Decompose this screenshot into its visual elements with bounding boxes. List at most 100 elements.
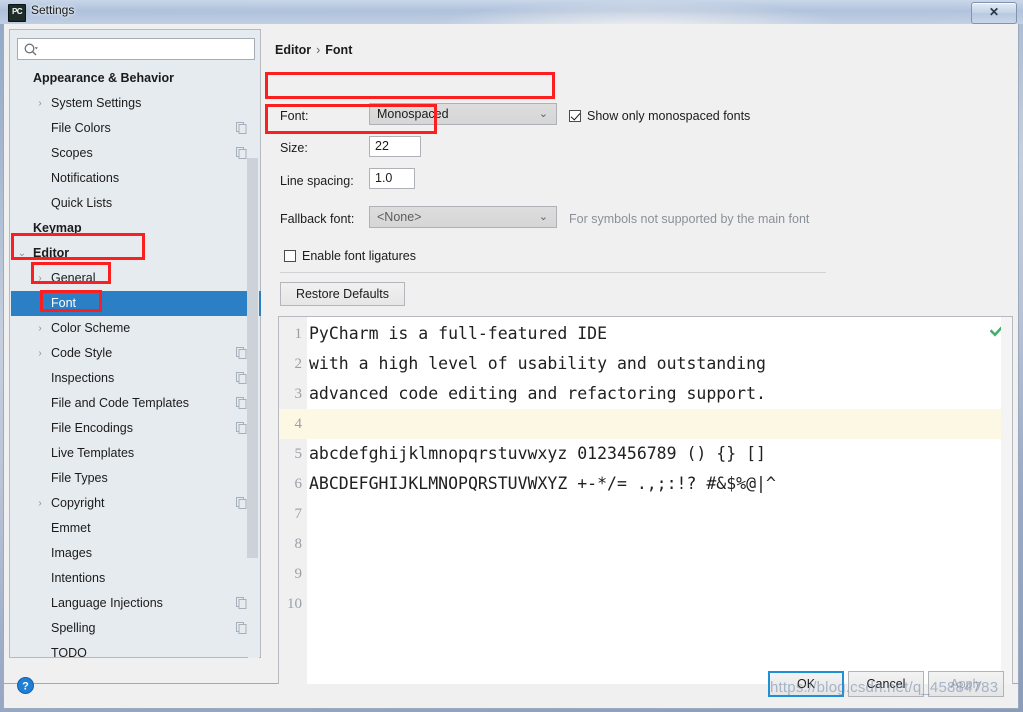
font-size-input[interactable]: 22 <box>369 136 421 157</box>
line-number: 10 <box>287 596 302 612</box>
copy-icon[interactable] <box>236 622 247 634</box>
copy-icon[interactable] <box>236 147 247 159</box>
sidebar-item-label: Emmet <box>51 521 91 535</box>
chevron-down-icon[interactable]: ⌄ <box>11 241 33 266</box>
copy-icon[interactable] <box>236 422 247 434</box>
sidebar-item-inspections[interactable]: Inspections <box>11 366 261 391</box>
sidebar-item-label: TODO <box>51 646 87 658</box>
window-title: Settings <box>31 3 75 17</box>
sidebar-item-images[interactable]: Images <box>11 541 261 566</box>
editor-line: 8 <box>279 529 1012 559</box>
preview-scrollbar[interactable] <box>1001 317 1012 685</box>
apply-button[interactable]: Apply <box>928 671 1004 697</box>
sidebar-item-file-types[interactable]: File Types <box>11 466 261 491</box>
sidebar-item-code-style[interactable]: › Code Style <box>11 341 261 366</box>
sidebar-item-intentions[interactable]: Intentions <box>11 566 261 591</box>
chevron-right-icon[interactable]: › <box>29 491 51 516</box>
copy-icon[interactable] <box>236 397 247 409</box>
sidebar-item-label: Font <box>51 296 77 310</box>
sidebar-item-language-injections[interactable]: Language Injections <box>11 591 261 616</box>
copy-icon[interactable] <box>236 497 247 509</box>
sidebar-item-label: File Types <box>51 471 108 485</box>
sidebar-item-label: Appearance & Behavior <box>33 71 175 85</box>
chevron-right-icon[interactable]: › <box>29 91 51 116</box>
sidebar-item-label: Scopes <box>51 146 93 160</box>
chevron-right-icon[interactable]: › <box>29 341 51 366</box>
chevron-right-icon[interactable]: › <box>29 266 51 291</box>
chevron-down-icon: ⌄ <box>538 108 548 120</box>
help-icon[interactable]: ? <box>17 677 34 694</box>
sidebar-item-keymap[interactable]: Keymap <box>11 216 261 241</box>
sidebar-item-system-settings[interactable]: › System Settings <box>11 91 261 116</box>
sidebar-item-quick-lists[interactable]: Quick Lists <box>11 191 261 216</box>
font-family-select[interactable]: Monospaced ⌄ <box>369 103 557 125</box>
line-number: 5 <box>294 446 303 462</box>
copy-icon[interactable] <box>236 597 247 609</box>
cancel-button[interactable]: Cancel <box>848 671 924 697</box>
ok-button[interactable]: OK <box>768 671 844 697</box>
breadcrumb-separator: › <box>316 43 321 57</box>
sidebar-item-label: Images <box>51 546 92 560</box>
sidebar-item-color-scheme[interactable]: › Color Scheme <box>11 316 261 341</box>
copy-icon[interactable] <box>236 122 247 134</box>
size-label: Size: <box>280 141 308 155</box>
checkbox-box <box>284 250 296 262</box>
restore-defaults-button[interactable]: Restore Defaults <box>280 282 405 306</box>
sidebar-item-notifications[interactable]: Notifications <box>11 166 261 191</box>
line-spacing-label: Line spacing: <box>280 174 354 188</box>
line-number: 7 <box>294 506 303 522</box>
line-number: 9 <box>294 566 303 582</box>
breadcrumb-root[interactable]: Editor <box>275 43 311 57</box>
sidebar-item-scopes[interactable]: Scopes <box>11 141 261 166</box>
sidebar-item-todo[interactable]: TODO <box>11 641 261 658</box>
copy-icon[interactable] <box>236 347 247 359</box>
show-monospaced-checkbox[interactable]: Show only monospaced fonts <box>569 109 750 123</box>
search-input[interactable] <box>44 41 254 60</box>
sidebar-item-label: System Settings <box>51 96 142 110</box>
font-preview-editor[interactable]: 1 PyCharm is a full-featured IDE 2 with a h… <box>278 316 1013 686</box>
sidebar-item-label: File and Code Templates <box>51 396 190 410</box>
sidebar-item-appearance-behavior[interactable]: Appearance & Behavior <box>11 66 261 91</box>
editor-line: 1 PyCharm is a full-featured IDE <box>279 319 1012 349</box>
sidebar-scrollbar-track[interactable] <box>247 66 259 658</box>
search-box[interactable] <box>17 38 255 60</box>
editor-line: 7 <box>279 499 1012 529</box>
svg-text:?: ? <box>22 680 29 692</box>
search-icon <box>24 43 38 56</box>
sidebar-item-file-colors[interactable]: File Colors <box>11 116 261 141</box>
chevron-right-icon[interactable]: › <box>29 316 51 341</box>
sidebar-item-label: Live Templates <box>51 446 135 460</box>
sidebar-item-label: Code Style <box>51 346 113 360</box>
sidebar-item-general[interactable]: › General <box>11 266 261 291</box>
line-text: with a high level of usability and outst… <box>309 354 766 373</box>
sidebar-item-label: File Encodings <box>51 421 133 435</box>
line-number: 8 <box>294 536 303 552</box>
sidebar-item-label: Language Injections <box>51 596 163 610</box>
sidebar-item-label: Copyright <box>51 496 105 510</box>
pycharm-icon: PC <box>8 4 26 22</box>
sidebar-item-label: Color Scheme <box>51 321 131 335</box>
line-spacing-input[interactable]: 1.0 <box>369 168 415 189</box>
line-text: ABCDEFGHIJKLMNOPQRSTUVWXYZ +-*/= .,;:!? … <box>309 474 776 493</box>
line-text: abcdefghijklmnopqrstuvwxyz 0123456789 ()… <box>309 444 766 463</box>
sidebar-item-emmet[interactable]: Emmet <box>11 516 261 541</box>
sidebar-item-editor[interactable]: ⌄ Editor <box>11 241 261 266</box>
sidebar-item-live-templates[interactable]: Live Templates <box>11 441 261 466</box>
screenshot-root: PC Settings ✕ Appearance & Behavior › Syst… <box>0 0 1023 712</box>
editor-line: 3 advanced code editing and refactoring s… <box>279 379 1012 409</box>
close-icon[interactable]: ✕ <box>971 2 1017 24</box>
sidebar-item-file-encodings[interactable]: File Encodings <box>11 416 261 441</box>
enable-ligatures-checkbox[interactable]: Enable font ligatures <box>284 249 416 263</box>
sidebar-item-copyright[interactable]: › Copyright <box>11 491 261 516</box>
sidebar-item-file-and-code-templates[interactable]: File and Code Templates <box>11 391 261 416</box>
fallback-font-select[interactable]: <None> ⌄ <box>369 206 557 228</box>
editor-line: 5 abcdefghijklmnopqrstuvwxyz 0123456789 (… <box>279 439 1012 469</box>
copy-icon[interactable] <box>236 372 247 384</box>
sidebar-item-label: Editor <box>33 246 70 260</box>
sidebar-scrollbar-thumb[interactable] <box>247 158 258 558</box>
sidebar-item-font[interactable]: Font <box>11 291 261 316</box>
settings-sidebar: Appearance & Behavior › System Settings Fil… <box>9 29 261 658</box>
titlebar-glow <box>430 0 850 24</box>
sidebar-item-spelling[interactable]: Spelling <box>11 616 261 641</box>
settings-dialog: Appearance & Behavior › System Settings Fil… <box>3 24 1019 686</box>
